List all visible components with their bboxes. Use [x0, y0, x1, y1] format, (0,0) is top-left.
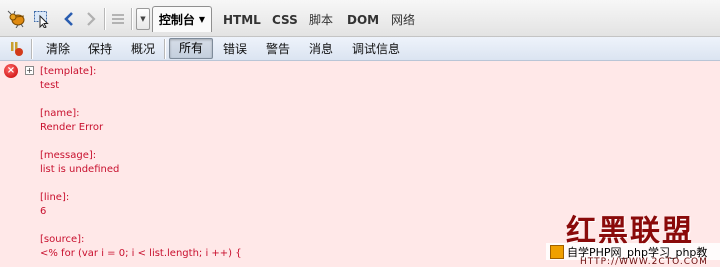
command-line-icon[interactable]: [110, 10, 126, 28]
firebug-toolbar: ▼ 控制台 ▼ HTML CSS 脚本 DOM 网络: [0, 0, 720, 37]
log-line: list is undefined: [40, 164, 120, 175]
log-line: Render Error: [40, 122, 104, 133]
log-line: 6: [40, 206, 47, 217]
panel-menu-button[interactable]: ▼: [136, 8, 150, 30]
toolbar-separator: [164, 39, 165, 59]
back-arrow-icon[interactable]: [60, 10, 78, 28]
filter-all-button[interactable]: 所有: [169, 38, 213, 59]
profile-button[interactable]: 概况: [131, 40, 155, 58]
log-line: [template]:: [40, 66, 97, 77]
log-line: [line]:: [40, 192, 70, 203]
toolbar-separator: [31, 39, 32, 59]
chevron-down-icon: ▼: [140, 15, 146, 23]
log-line: [name]:: [40, 108, 80, 119]
expand-toggle-icon[interactable]: +: [25, 66, 34, 75]
break-on-error-icon[interactable]: [9, 40, 25, 58]
php-logo-icon: [550, 244, 564, 259]
forward-arrow-icon[interactable]: [82, 10, 100, 28]
log-line: [message]:: [40, 150, 97, 161]
firebug-bug-icon[interactable]: [7, 10, 27, 28]
tab-html[interactable]: HTML: [223, 10, 261, 30]
log-line: test: [40, 80, 60, 91]
filter-debug-button[interactable]: 调试信息: [352, 40, 400, 58]
inspect-element-icon[interactable]: [33, 10, 51, 28]
clear-button[interactable]: 清除: [46, 40, 70, 58]
toolbar-separator: [104, 8, 105, 30]
toolbar-separator: [131, 8, 132, 30]
log-line: <% for (var i = 0; i < list.length; i ++…: [40, 248, 242, 259]
tab-script[interactable]: 脚本: [309, 10, 333, 30]
filter-warnings-button[interactable]: 警告: [266, 40, 290, 58]
chevron-down-icon: ▼: [198, 15, 206, 24]
tab-network[interactable]: 网络: [391, 10, 415, 30]
filter-info-button[interactable]: 消息: [309, 40, 333, 58]
persist-button[interactable]: 保持: [88, 40, 112, 58]
tab-css[interactable]: CSS: [272, 10, 298, 30]
error-icon: ×: [4, 64, 18, 78]
filter-errors-button[interactable]: 错误: [223, 40, 247, 58]
log-line: [source]:: [40, 234, 85, 245]
tab-console-label: 控制台: [158, 13, 195, 27]
tab-dom[interactable]: DOM: [347, 10, 379, 30]
watermark-url: HTTP://WWW.2CTO.COM: [580, 257, 708, 267]
tab-console[interactable]: 控制台 ▼: [152, 6, 212, 32]
